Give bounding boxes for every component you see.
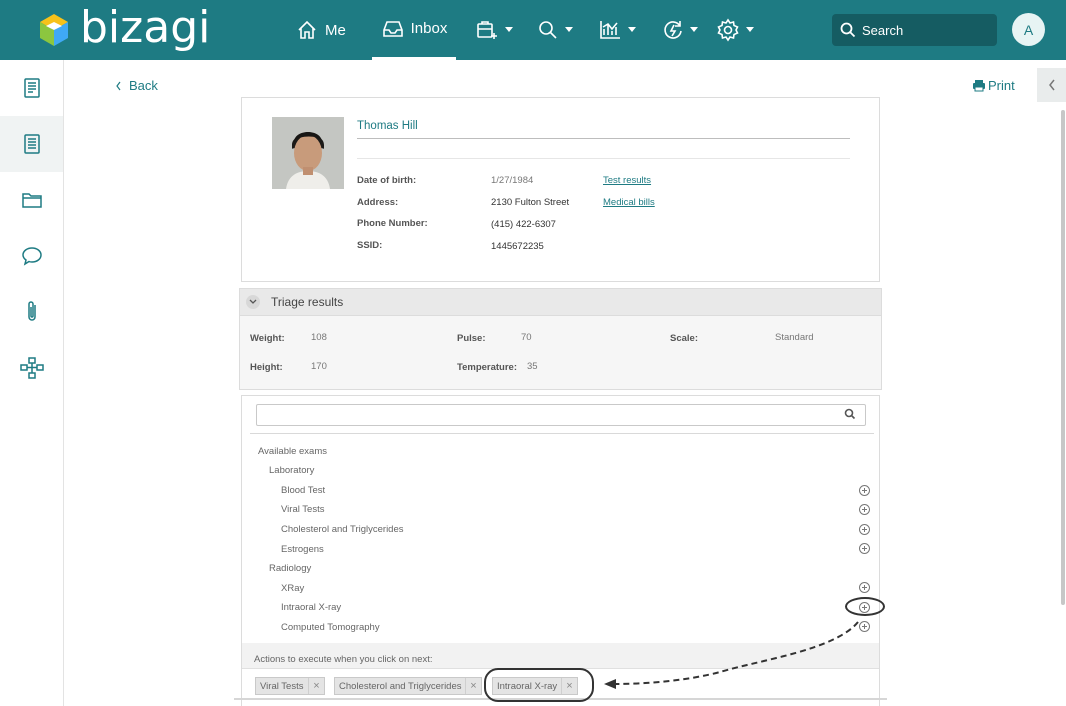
callout-arrow (604, 621, 859, 689)
